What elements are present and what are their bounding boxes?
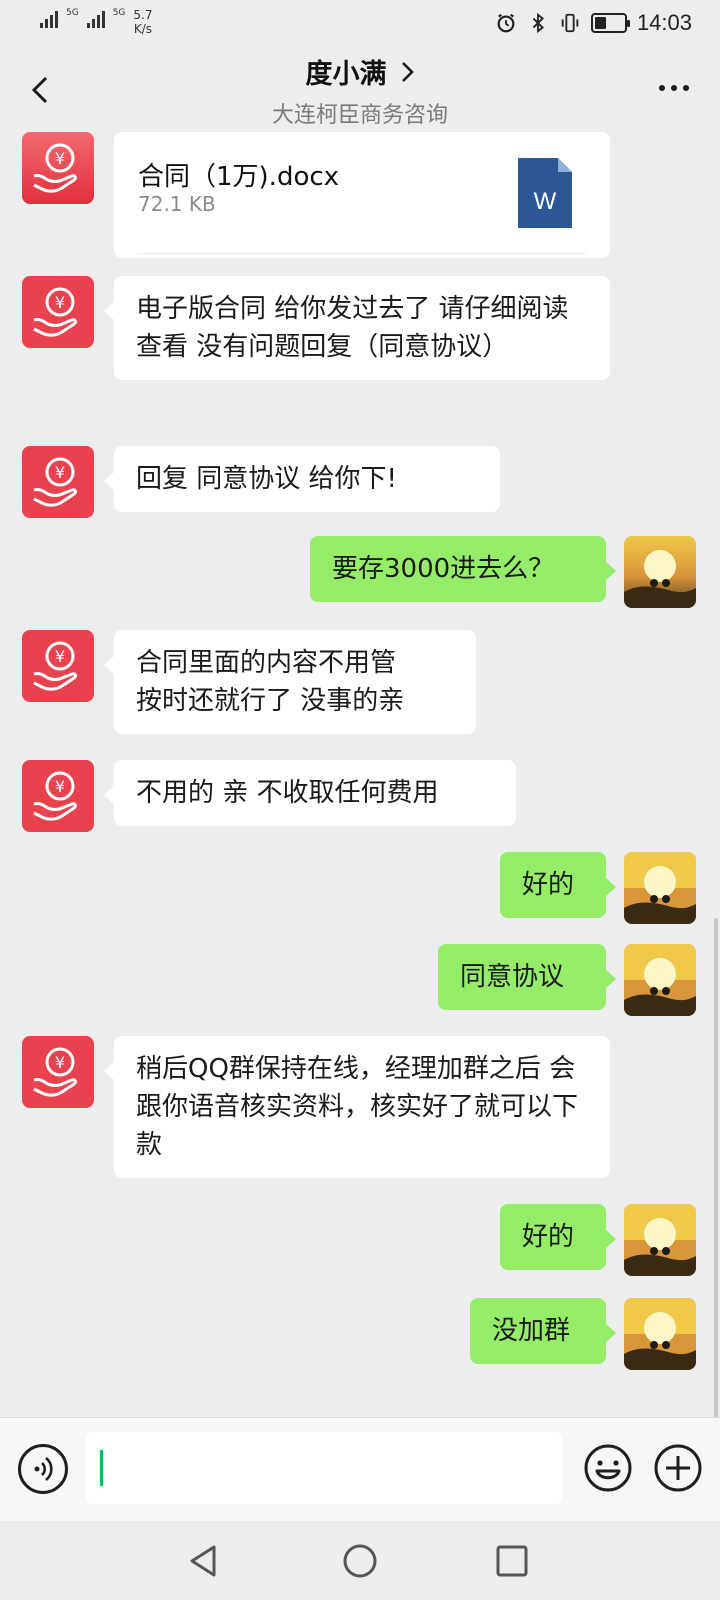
signal-icon <box>40 8 58 28</box>
nav-recents-icon[interactable] <box>492 1541 532 1581</box>
svg-text:¥: ¥ <box>55 149 65 168</box>
word-doc-icon: W <box>518 158 572 228</box>
file-size: 72.1 KB <box>138 192 216 216</box>
svg-text:W: W <box>534 188 557 215</box>
message-incoming: ¥ 回复 同意协议 给你下! <box>0 446 720 518</box>
yuan-hand-icon: ¥ <box>22 630 94 702</box>
text-caret <box>100 1450 103 1486</box>
message-bubble[interactable]: 好的 <box>500 852 616 918</box>
my-avatar[interactable] <box>624 852 696 924</box>
voice-button[interactable] <box>18 1444 68 1494</box>
message-input[interactable] <box>86 1432 562 1504</box>
message-incoming: ¥ 电子版合同 给你发过去了 请仔细阅读查看 没有问题回复（同意协议） <box>0 276 720 424</box>
message-outgoing: 要存3000进去么？ <box>0 536 720 608</box>
nav-back-icon[interactable] <box>184 1541 224 1581</box>
status-bar: 5G 5G 5.7 K/s 14:03 <box>0 0 720 48</box>
message-bubble[interactable]: 不用的 亲 不收取任何费用 <box>104 760 516 826</box>
speed-unit: K/s <box>133 22 153 36</box>
message-file: ¥ 合同（1万).docx 72.1 KB W <box>0 132 720 258</box>
message-bubble[interactable]: 没加群 <box>470 1298 616 1364</box>
input-bar <box>0 1417 720 1521</box>
contact-avatar[interactable]: ¥ <box>22 1036 94 1108</box>
my-avatar[interactable] <box>624 1204 696 1276</box>
message-bubble[interactable]: 回复 同意协议 给你下! <box>104 446 500 512</box>
voice-icon <box>34 1456 53 1482</box>
plus-icon[interactable] <box>652 1442 704 1494</box>
file-card[interactable]: 合同（1万).docx 72.1 KB W <box>114 132 610 258</box>
contact-avatar[interactable]: ¥ <box>22 630 94 702</box>
nav-home-icon[interactable] <box>340 1541 380 1581</box>
more-dots-icon[interactable] <box>656 78 692 98</box>
vibrate-icon <box>561 13 579 33</box>
title-wrap: 度小满 大连柯臣商务咨询 <box>0 52 720 129</box>
my-avatar[interactable] <box>624 1298 696 1370</box>
message-outgoing: 好的 <box>0 852 720 924</box>
network-type-1: 5G <box>66 8 79 18</box>
status-left: 5G 5G 5.7 K/s <box>40 8 153 36</box>
message-bubble[interactable]: 好的 <box>500 1204 616 1270</box>
status-time: 14:03 <box>636 10 692 35</box>
file-divider <box>138 253 586 254</box>
network-type-2: 5G <box>112 8 126 18</box>
message-bubble[interactable]: 合同里面的内容不用管 按时还就行了 没事的亲 <box>104 630 476 734</box>
my-avatar[interactable] <box>624 944 696 1016</box>
contact-avatar[interactable]: ¥ <box>22 276 94 348</box>
yuan-hand-icon: ¥ <box>22 276 94 348</box>
system-nav-bar <box>0 1521 720 1600</box>
my-avatar[interactable] <box>624 536 696 608</box>
chat-header: 度小满 大连柯臣商务咨询 <box>0 48 720 132</box>
network-speed: 5.7 K/s <box>133 8 152 36</box>
svg-text:¥: ¥ <box>55 647 65 666</box>
message-outgoing: 好的 <box>0 1204 720 1276</box>
message-bubble[interactable]: 同意协议 <box>438 944 616 1010</box>
bluetooth-icon <box>532 12 544 34</box>
speed-value: 5.7 <box>133 8 153 22</box>
contact-avatar[interactable]: ¥ <box>22 760 94 832</box>
message-bubble[interactable]: 电子版合同 给你发过去了 请仔细阅读查看 没有问题回复（同意协议） <box>104 276 610 380</box>
message-outgoing: 同意协议 <box>0 944 720 1016</box>
title-chevron-icon <box>401 61 414 82</box>
chat-title-text: 度小满 <box>305 59 387 90</box>
svg-text:¥: ¥ <box>55 1053 65 1072</box>
message-incoming: ¥ 合同里面的内容不用管 按时还就行了 没事的亲 <box>0 630 720 740</box>
message-bubble[interactable]: 稍后QQ群保持在线，经理加群之后 会跟你语音核实资料，核实好了就可以下款 <box>104 1036 610 1178</box>
sunset-avatar-icon <box>624 536 696 608</box>
chat-title[interactable]: 度小满 <box>306 52 415 91</box>
sunset-avatar-icon <box>624 1204 696 1276</box>
emoji-icon[interactable] <box>582 1442 634 1494</box>
svg-text:¥: ¥ <box>55 777 65 796</box>
chat-area[interactable]: ¥ 合同（1万).docx 72.1 KB W ¥ 电子版合同 给你发过去了 请… <box>0 132 720 1417</box>
status-right: 14:03 <box>495 10 692 36</box>
alarm-icon <box>497 13 515 33</box>
sunset-avatar-icon <box>624 944 696 1016</box>
message-incoming: ¥ 稍后QQ群保持在线，经理加群之后 会跟你语音核实资料，核实好了就可以下款 <box>0 1036 720 1184</box>
chat-subtitle: 大连柯臣商务咨询 <box>271 103 448 128</box>
yuan-hand-icon: ¥ <box>22 1036 94 1108</box>
yuan-hand-icon: ¥ <box>22 132 94 204</box>
yuan-hand-icon: ¥ <box>22 760 94 832</box>
svg-text:¥: ¥ <box>55 293 65 312</box>
message-incoming: ¥ 不用的 亲 不收取任何费用 <box>0 760 720 832</box>
svg-text:¥: ¥ <box>55 463 65 482</box>
message-bubble[interactable]: 要存3000进去么？ <box>310 536 616 602</box>
file-name: 合同（1万).docx <box>138 162 340 192</box>
chat-scrollbar[interactable] <box>714 918 718 1418</box>
message-outgoing: 没加群 <box>0 1298 720 1370</box>
contact-avatar[interactable]: ¥ <box>22 132 94 204</box>
sunset-avatar-icon <box>624 852 696 924</box>
yuan-hand-icon: ¥ <box>22 446 94 518</box>
contact-avatar[interactable]: ¥ <box>22 446 94 518</box>
battery-icon <box>590 13 630 33</box>
signal-icon-2 <box>86 8 105 28</box>
sunset-avatar-icon <box>624 1298 696 1370</box>
